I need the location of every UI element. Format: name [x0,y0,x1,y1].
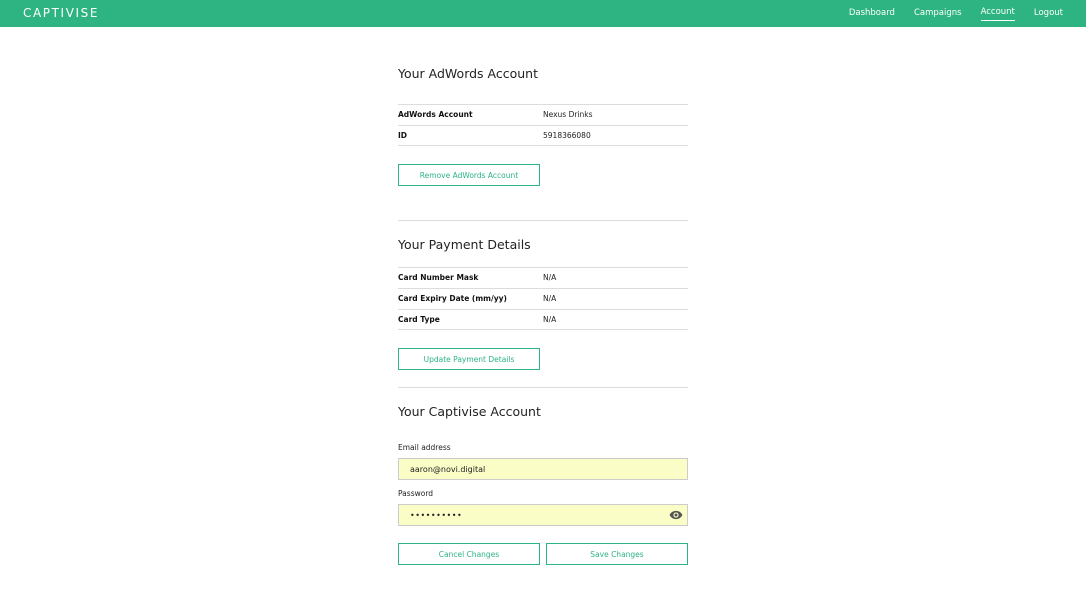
nav-dashboard[interactable]: Dashboard [849,7,895,21]
save-changes-button[interactable]: Save Changes [546,543,688,565]
nav-campaigns[interactable]: Campaigns [914,7,962,21]
nav-logout[interactable]: Logout [1034,7,1063,21]
card-expiry-value: N/A [543,294,557,303]
password-label: Password [398,489,434,498]
captivise-logo[interactable]: CAPTIVISE [23,7,99,20]
captivise-account-section-title: Your Captivise Account [398,404,541,419]
payment-section-title: Your Payment Details [398,237,531,252]
adwords-account-value: Nexus Drinks [543,110,593,119]
adwords-account-label: AdWords Account [398,110,473,119]
card-number-mask-row: Card Number Mask N/A [398,267,688,288]
adwords-id-row: ID 5918366080 [398,125,688,146]
card-type-value: N/A [543,315,557,324]
nav-account[interactable]: Account [980,6,1015,21]
remove-adwords-account-button[interactable]: Remove AdWords Account [398,164,540,186]
main-nav: Dashboard Campaigns Account Logout [849,0,1063,27]
email-field[interactable] [398,458,688,480]
adwords-id-label: ID [398,131,408,140]
top-navigation-bar: CAPTIVISE Dashboard Campaigns Account Lo… [0,0,1086,27]
section-divider [398,220,688,221]
email-label: Email address [398,443,451,452]
card-type-row: Card Type N/A [398,309,688,330]
card-number-mask-value: N/A [543,273,557,282]
card-expiry-label: Card Expiry Date (mm/yy) [398,294,507,303]
section-divider [398,387,688,388]
eye-icon[interactable] [669,510,683,520]
password-field[interactable] [398,504,688,526]
card-number-mask-label: Card Number Mask [398,273,479,282]
adwords-account-row: AdWords Account Nexus Drinks [398,104,688,125]
card-type-label: Card Type [398,315,440,324]
adwords-id-value: 5918366080 [543,131,591,140]
cancel-changes-button[interactable]: Cancel Changes [398,543,540,565]
adwords-section-title: Your AdWords Account [398,66,539,81]
card-expiry-row: Card Expiry Date (mm/yy) N/A [398,288,688,309]
update-payment-details-button[interactable]: Update Payment Details [398,348,540,370]
